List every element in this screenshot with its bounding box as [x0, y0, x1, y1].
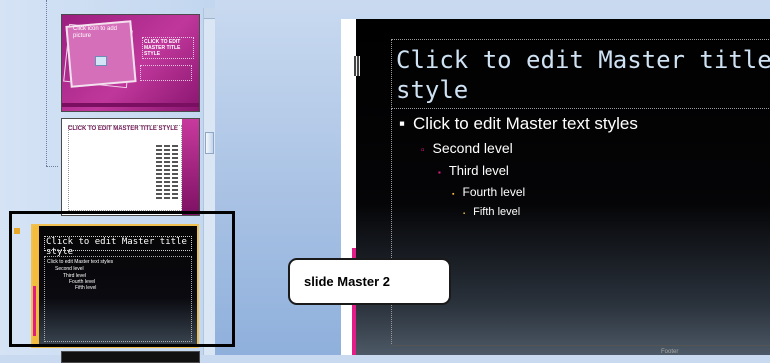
- bullet-icon: ▫: [421, 145, 425, 156]
- bullet-icon: ▪: [463, 211, 466, 217]
- thumb1-text-placeholder: [140, 65, 192, 81]
- layout-thumbnail-vertical[interactable]: CLICK TO EDIT MASTER TITLE STYLE: [61, 118, 200, 216]
- text-level-5-label: Fifth level: [473, 206, 521, 218]
- scroll-up-arrow[interactable]: [204, 8, 215, 19]
- text-level-2-label: Second level: [432, 140, 513, 156]
- picture-placeholder-caption: Click icon to add picture: [73, 26, 118, 39]
- text-level-4-label: Fourth level: [462, 185, 526, 199]
- thumb1-title: CLICK TO EDIT MASTER TITLE STYLE: [142, 37, 194, 59]
- text-level-5[interactable]: ▪ Fifth level: [463, 206, 520, 218]
- thumb1-footer-bar: [62, 103, 199, 107]
- scrollbar-thumb[interactable]: [205, 132, 214, 154]
- text-level-1-label: Click to edit Master text styles: [413, 114, 638, 133]
- thumb2-side-gradient: [182, 119, 199, 215]
- slide-title-text[interactable]: Click to edit Master title style: [396, 45, 770, 105]
- next-slide-thumbnail[interactable]: [61, 351, 200, 363]
- bullet-icon: ▪: [399, 114, 406, 133]
- bullet-icon: ▪: [452, 191, 455, 198]
- highlight-rectangle: [9, 211, 235, 347]
- slide-master-callout: slide Master 2: [288, 258, 451, 305]
- thumb2-vertical-text: [172, 145, 178, 199]
- text-level-1[interactable]: ▪ Click to edit Master text styles: [399, 114, 638, 134]
- layout-thumbnail-picture[interactable]: Click icon to add picture CLICK TO EDIT …: [61, 14, 200, 112]
- thumb2-vertical-text: [164, 145, 170, 199]
- callout-label: slide Master 2: [304, 274, 390, 289]
- layout-connector-tick: [46, 166, 58, 167]
- text-level-3-label: Third level: [448, 163, 509, 178]
- thumb2-vertical-text: [156, 145, 162, 199]
- text-level-4[interactable]: ▪ Fourth level: [452, 185, 525, 199]
- picture-icon: [95, 56, 107, 66]
- text-level-3[interactable]: ▪ Third level: [438, 163, 509, 178]
- footer-divider: [391, 345, 770, 346]
- resize-handle[interactable]: [354, 56, 360, 76]
- bullet-icon: ▪: [438, 168, 441, 177]
- footer-placeholder[interactable]: Footer: [661, 349, 678, 355]
- text-level-2[interactable]: ▫ Second level: [421, 140, 513, 156]
- layout-connector-line: [46, 0, 47, 166]
- thumb2-title: CLICK TO EDIT MASTER TITLE STYLE: [68, 126, 178, 132]
